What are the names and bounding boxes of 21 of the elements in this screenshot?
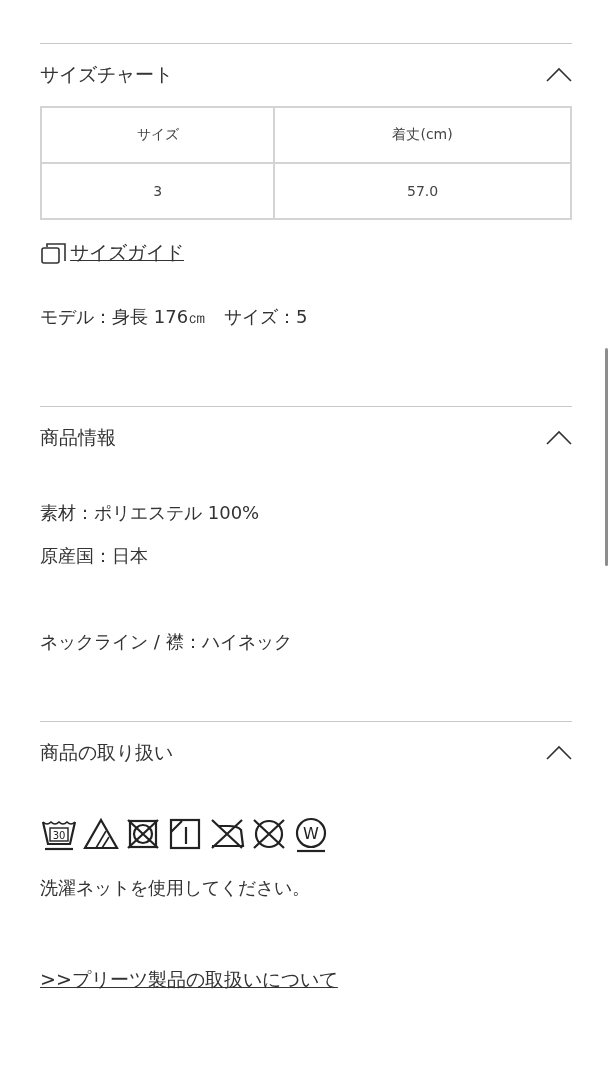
section-title: 商品の取り扱い bbox=[40, 740, 173, 765]
info-text: ネックライン / 襟：ハイネック bbox=[40, 630, 293, 654]
care-note: 洗濯ネットを使用してください。 bbox=[40, 876, 311, 900]
info-text: 素材：ポリエステル 100% bbox=[40, 501, 261, 525]
model-info: モデル：身長 176㎝ サイズ：5 bbox=[40, 305, 309, 329]
chevron-up-icon[interactable] bbox=[546, 745, 572, 761]
temperature-label: 30 bbox=[52, 830, 66, 841]
info-text: 原産国：日本 bbox=[40, 544, 149, 568]
chevron-up-icon[interactable] bbox=[546, 430, 572, 446]
section-title: 商品情報 bbox=[40, 425, 116, 450]
care-guide-link[interactable]: >>プリーツ製品の取扱いについて bbox=[40, 967, 338, 993]
window-icon bbox=[40, 241, 68, 265]
scrollbar[interactable] bbox=[605, 348, 608, 566]
table-cell: 3 bbox=[41, 163, 275, 219]
table-cell: 57.0 bbox=[274, 163, 571, 219]
section-title: サイズチャート bbox=[40, 62, 173, 87]
wet-clean-label: W bbox=[303, 824, 319, 843]
chevron-up-icon[interactable] bbox=[546, 67, 572, 83]
column-header: サイズ bbox=[41, 107, 275, 163]
column-header: 着丈(cm) bbox=[274, 107, 571, 163]
size-guide-link[interactable]: サイズガイド bbox=[40, 240, 184, 266]
